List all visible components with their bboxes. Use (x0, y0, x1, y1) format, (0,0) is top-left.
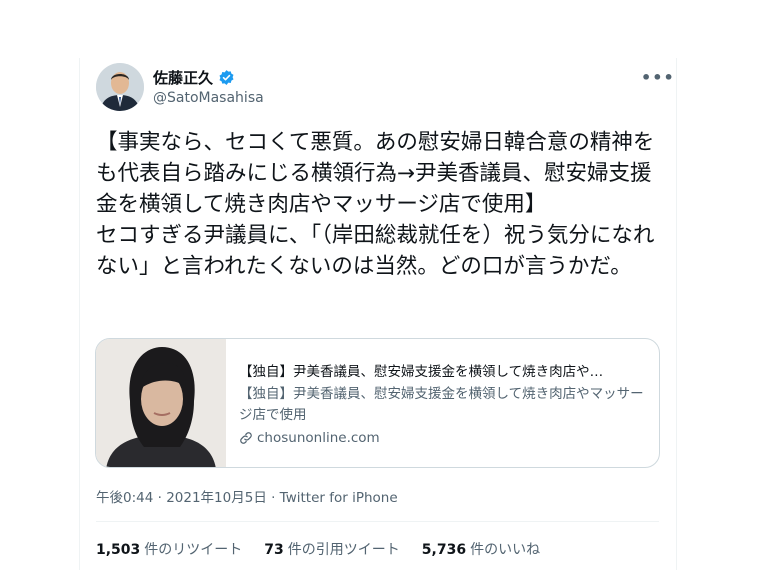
link-description: 【独自】尹美香議員、慰安婦支援金を横領して焼き肉店やマッサージ店で使用 (239, 386, 644, 423)
quote-count: 73 (264, 542, 284, 558)
retweet-count-stat[interactable]: 1,503 件のリツイート (96, 539, 242, 559)
tweet-text: 【事実なら、セコくて悪質。あの慰安婦日韓合意の精神をも代表自ら踏みにじる横領行為… (96, 130, 655, 279)
link-preview-card[interactable]: 【独自】尹美香議員、慰安婦支援金を横領して焼き肉店や… 【独自】尹美香議員、慰安… (95, 338, 660, 468)
tweet-stats: 1,503 件のリツイート 73 件の引用ツイート 5,736 件のいいね (96, 539, 540, 559)
retweet-count: 1,503 (96, 542, 141, 558)
like-label: 件のいいね (470, 542, 541, 558)
avatar[interactable] (96, 63, 144, 111)
link-thumbnail-image (96, 339, 226, 467)
retweet-label: 件のリツイート (144, 542, 243, 558)
divider (96, 521, 659, 522)
link-title[interactable]: 【独自】尹美香議員、慰安婦支援金を横領して焼き肉店や… (239, 360, 649, 380)
more-options-icon[interactable]: ••• (641, 68, 675, 87)
verified-badge-icon (219, 70, 234, 85)
link-body[interactable]: 【独自】尹美香議員、慰安婦支援金を横領して焼き肉店や… 【独自】尹美香議員、慰安… (226, 339, 659, 467)
like-count: 5,736 (421, 542, 467, 558)
author-name[interactable]: 佐藤正久 (153, 67, 213, 88)
link-icon (240, 432, 252, 444)
link-domain: chosunonline.com (257, 430, 380, 446)
link-thumbnail[interactable] (96, 339, 226, 467)
tweet-timestamp-source[interactable]: 午後0:44 · 2021年10月5日 · Twitter for iPhone (96, 486, 398, 506)
link-domain-row: chosunonline.com (239, 430, 649, 446)
quote-count-stat[interactable]: 73 件の引用ツイート (264, 539, 399, 559)
avatar-image (96, 63, 144, 111)
author-handle[interactable]: @SatoMasahisa (153, 90, 264, 106)
like-count-stat[interactable]: 5,736 件のいいね (422, 539, 540, 559)
author-name-row[interactable]: 佐藤正久 (153, 67, 235, 88)
quote-label: 件の引用ツイート (287, 542, 400, 558)
